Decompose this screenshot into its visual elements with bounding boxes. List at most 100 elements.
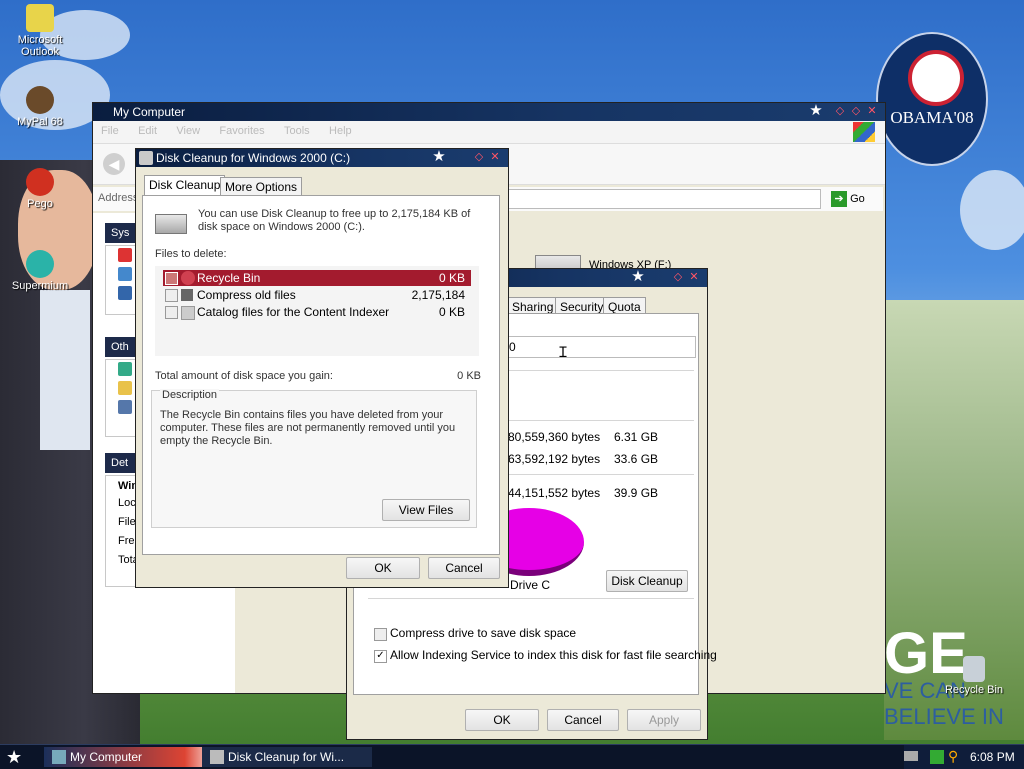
compress-label: Compress drive to save disk space [390, 626, 577, 640]
divider [504, 370, 694, 371]
file-row-compress[interactable]: Compress old files 2,175,184 [163, 287, 471, 303]
file-size: 0 KB [438, 305, 465, 319]
description-box: Description The Recycle Bin contains fil… [151, 389, 477, 528]
cloud [960, 170, 1024, 250]
star-icon: ★ [809, 102, 823, 119]
ok-button[interactable]: OK [465, 709, 539, 731]
compress-old-files-checkbox[interactable] [165, 289, 178, 302]
description-title: Description [160, 389, 220, 401]
catalog-files-checkbox[interactable] [165, 306, 178, 319]
keyboard-icon[interactable] [904, 751, 918, 761]
window-title: Disk Cleanup for Windows 2000 (C:) [156, 151, 351, 165]
pego-icon [26, 168, 54, 196]
taskbar-item-label: Disk Cleanup for Wi... [228, 750, 345, 764]
menu-tools[interactable]: Tools [284, 125, 310, 137]
close-button[interactable]: ✕ [488, 150, 502, 164]
disk-cleanup-button[interactable]: Disk Cleanup [606, 570, 688, 592]
menu-favorites[interactable]: Favorites [219, 125, 264, 137]
cancel-button[interactable]: Cancel [547, 709, 619, 731]
divider [368, 598, 694, 599]
desktop-icon-label: MyPal 68 [17, 116, 63, 128]
files-list: Recycle Bin 0 KB Compress old files 2,17… [155, 266, 479, 356]
indexing-label: Allow Indexing Service to index this dis… [390, 648, 717, 662]
start-button[interactable]: ★ [6, 747, 28, 767]
disk-cleanup-icon [210, 750, 224, 764]
supermium-icon [26, 250, 54, 278]
disk-cleanup-tabs: Disk Cleanup More Options [144, 175, 344, 197]
folder-icon [118, 381, 132, 396]
desktop-icon-outlook[interactable]: Microsoft Outlook [0, 4, 80, 58]
info-icon [118, 248, 132, 263]
taskbar-item-label: My Computer [70, 750, 143, 764]
file-row-catalog[interactable]: Catalog files for the Content Indexer 0 … [163, 304, 471, 320]
ok-button[interactable]: OK [346, 557, 420, 579]
go-arrow-icon: ➔ [831, 191, 847, 208]
view-files-button[interactable]: View Files [382, 499, 470, 521]
text-cursor-icon: Ｉ [556, 344, 570, 360]
file-row-recycle-bin[interactable]: Recycle Bin 0 KB [163, 270, 471, 286]
settings-icon [118, 286, 132, 301]
recycle-bin-checkbox[interactable] [165, 272, 178, 285]
minimize-button[interactable]: ◇ [833, 104, 847, 118]
desktop-icon-pego[interactable]: Pego [0, 168, 80, 210]
disk-cleanup-titlebar[interactable]: Disk Cleanup for Windows 2000 (C:) ★ ◇ ✕ [136, 149, 508, 167]
obama-logo [908, 50, 964, 106]
tab-more-options[interactable]: More Options [220, 177, 303, 196]
clock[interactable]: 6:08 PM [970, 745, 1015, 769]
network-icon[interactable] [930, 750, 944, 764]
address-label: Address [98, 192, 139, 204]
windows-logo-icon [853, 122, 875, 142]
menu-file[interactable]: File [101, 125, 119, 137]
description-text: The Recycle Bin contains files you have … [160, 409, 456, 447]
star-icon: ★ [631, 268, 645, 285]
computer-icon [52, 750, 66, 764]
intro-text: You can use Disk Cleanup to free up to 2… [198, 208, 471, 233]
my-computer-titlebar[interactable]: My Computer ★ ◇ ◇ ✕ [93, 103, 885, 121]
file-name: Recycle Bin [197, 271, 261, 285]
drive-caption: Drive C [510, 578, 551, 592]
taskbar-item-disk-cleanup[interactable]: Disk Cleanup for Wi... [202, 747, 372, 767]
back-icon[interactable]: ◀ [103, 153, 125, 175]
hard-drive-icon [155, 214, 187, 234]
indexing-checkbox[interactable]: ✓ [374, 650, 387, 663]
desktop-icon-mypal[interactable]: MyPal 68 [0, 86, 80, 128]
network-icon [118, 362, 132, 377]
help-button[interactable]: ◇ [472, 150, 486, 164]
control-panel-icon [118, 400, 132, 415]
wallpaper-shirt [40, 290, 90, 450]
label-field[interactable]: 0 [504, 336, 696, 358]
cancel-button[interactable]: Cancel [428, 557, 500, 579]
files-to-delete-label: Files to delete: [155, 248, 227, 260]
search-icon[interactable]: ⚲ [948, 749, 962, 763]
compress-icon [181, 289, 193, 301]
close-button[interactable]: ✕ [865, 104, 879, 118]
taskbar-item-my-computer[interactable]: My Computer [44, 747, 220, 767]
apply-button[interactable]: Apply [627, 709, 701, 731]
menu-help[interactable]: Help [329, 125, 352, 137]
go-button[interactable]: ➔ Go [831, 189, 879, 209]
desktop-icon-label: Microsoft Outlook [17, 34, 63, 58]
desktop-icon-label: Recycle Bin [944, 684, 1004, 696]
free-space-size: 33.6 GB [614, 452, 659, 466]
file-name: Catalog files for the Content Indexer [197, 305, 390, 319]
system-tray: ⚲ 6:08 PM [904, 745, 1024, 769]
desktop-icon-supermium[interactable]: Supermium [0, 250, 80, 292]
used-space-size: 6.31 GB [614, 430, 659, 444]
tab-disk-cleanup[interactable]: Disk Cleanup [144, 175, 226, 196]
file-name: Compress old files [197, 288, 296, 302]
obama-badge: OBAMA'08 [876, 32, 988, 166]
desktop-icon-recycle-bin[interactable]: Recycle Bin [934, 656, 1014, 696]
menu-edit[interactable]: Edit [138, 125, 157, 137]
close-button[interactable]: ✕ [687, 270, 701, 284]
maximize-button[interactable]: ◇ [849, 104, 863, 118]
go-label: Go [850, 193, 865, 205]
menu-view[interactable]: View [176, 125, 200, 137]
recycle-bin-icon [181, 271, 195, 285]
address-input[interactable] [503, 189, 821, 209]
taskbar: ★ My Computer Disk Cleanup for Wi... ⚲ 6… [0, 744, 1024, 769]
file-size: 0 KB [438, 271, 465, 285]
compress-checkbox[interactable] [374, 628, 387, 641]
help-button[interactable]: ◇ [671, 270, 685, 284]
free-space-bytes: 63,592,192 bytes [508, 452, 601, 466]
capacity-size: 39.9 GB [614, 486, 659, 500]
